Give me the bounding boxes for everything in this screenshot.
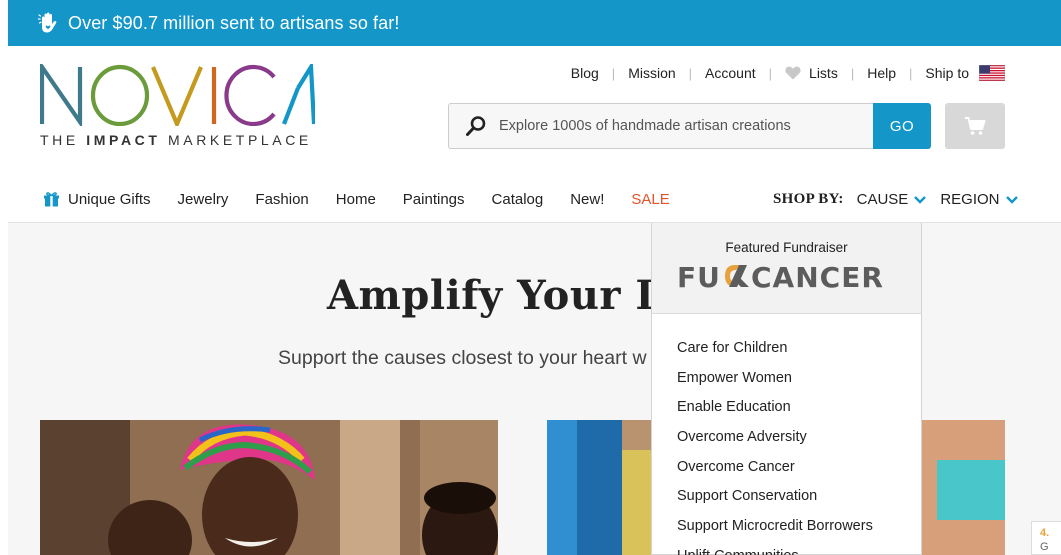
- main-nav: Unique Gifts Jewelry Fashion Home Painti…: [44, 191, 697, 208]
- left-gutter: [0, 0, 8, 555]
- featured-fundraiser-label: Featured Fundraiser: [725, 240, 848, 255]
- chevron-down-icon: [1005, 195, 1018, 204]
- nav-label: Unique Gifts: [68, 191, 151, 208]
- separator: |: [850, 65, 855, 81]
- mission-link[interactable]: Mission: [628, 65, 675, 81]
- help-link[interactable]: Help: [867, 65, 896, 81]
- cause-dropdown: Featured Fundraiser FU CANCER Care for C…: [651, 223, 922, 555]
- search-box: [448, 103, 873, 149]
- cause-list: Care for Children Empower Women Enable E…: [652, 314, 921, 555]
- separator: |: [688, 65, 693, 81]
- cause-item[interactable]: Support Conservation: [677, 487, 921, 517]
- nav-fashion[interactable]: Fashion: [255, 191, 308, 208]
- cause-item[interactable]: Support Microcredit Borrowers: [677, 517, 921, 547]
- lists-label: Lists: [809, 65, 838, 81]
- gift-icon: [44, 192, 59, 207]
- ship-to-selector[interactable]: Ship to: [925, 65, 1005, 81]
- novica-logo[interactable]: [40, 64, 315, 126]
- cause-item[interactable]: Empower Women: [677, 369, 921, 399]
- nav-catalog[interactable]: Catalog: [492, 191, 544, 208]
- shop-by-region[interactable]: REGION: [940, 191, 1018, 208]
- hand-heart-icon: [34, 8, 64, 38]
- tagline-bold: IMPACT: [86, 132, 161, 148]
- shop-by: SHOP BY: CAUSE REGION: [773, 191, 1018, 208]
- cause-item[interactable]: Enable Education: [677, 398, 921, 428]
- ship-to-label: Ship to: [925, 65, 969, 81]
- separator: |: [768, 65, 773, 81]
- shop-by-label: SHOP BY:: [773, 191, 844, 207]
- tagline-pre: THE: [40, 132, 87, 148]
- fundraiser-logo-suffix: CANCER: [751, 261, 884, 291]
- region-label: REGION: [940, 191, 1000, 208]
- fundraiser-logo-graphic: FU CANCER: [677, 261, 884, 291]
- shop-by-cause[interactable]: CAUSE: [857, 191, 927, 208]
- cart-icon: [965, 117, 986, 135]
- separator: |: [909, 65, 913, 81]
- fundraiser-logo-prefix: FU: [677, 261, 721, 291]
- utility-nav: Blog | Mission | Account | Lists | Help …: [571, 64, 1005, 82]
- cause-item[interactable]: Overcome Adversity: [677, 428, 921, 458]
- cause-label: CAUSE: [856, 191, 909, 208]
- blog-link[interactable]: Blog: [571, 65, 599, 81]
- cause-photo-children[interactable]: [40, 420, 498, 555]
- search-go-button[interactable]: GO: [873, 103, 931, 149]
- nav-unique-gifts[interactable]: Unique Gifts: [44, 191, 151, 208]
- nav-new[interactable]: New!: [570, 191, 604, 208]
- heart-icon: [785, 66, 801, 80]
- cause-item[interactable]: Care for Children: [677, 339, 921, 369]
- nav-paintings[interactable]: Paintings: [403, 191, 465, 208]
- cause-item[interactable]: Overcome Cancer: [677, 458, 921, 488]
- nav-home[interactable]: Home: [336, 191, 376, 208]
- rating-value: 4.: [1040, 527, 1050, 539]
- search-icon: [466, 116, 486, 136]
- separator: |: [611, 65, 616, 81]
- cause-item[interactable]: Uplift Communities: [677, 547, 921, 555]
- search-input[interactable]: [499, 118, 859, 134]
- impact-banner[interactable]: Over $90.7 million sent to artisans so f…: [8, 0, 1061, 46]
- fundraiser-logo: FU CANCER: [652, 261, 921, 291]
- logo-tagline: THE IMPACT MARKETPLACE: [40, 132, 312, 148]
- rating-source: G: [1040, 541, 1049, 553]
- rating-badge[interactable]: 4. G: [1031, 521, 1061, 555]
- tagline-post: MARKETPLACE: [160, 132, 312, 148]
- us-flag-icon: [979, 65, 1005, 81]
- nav-jewelry[interactable]: Jewelry: [178, 191, 229, 208]
- banner-text: Over $90.7 million sent to artisans so f…: [68, 12, 400, 33]
- featured-fundraiser[interactable]: Featured Fundraiser FU CANCER: [652, 223, 921, 314]
- hero-subtitle: Support the causes closest to your heart…: [278, 347, 647, 369]
- search-bar: GO: [448, 103, 931, 149]
- cart-button[interactable]: [945, 103, 1005, 149]
- lists-link[interactable]: Lists: [785, 65, 838, 81]
- nav-sale[interactable]: SALE: [631, 191, 669, 208]
- account-link[interactable]: Account: [705, 65, 756, 81]
- chevron-down-icon: [914, 195, 927, 204]
